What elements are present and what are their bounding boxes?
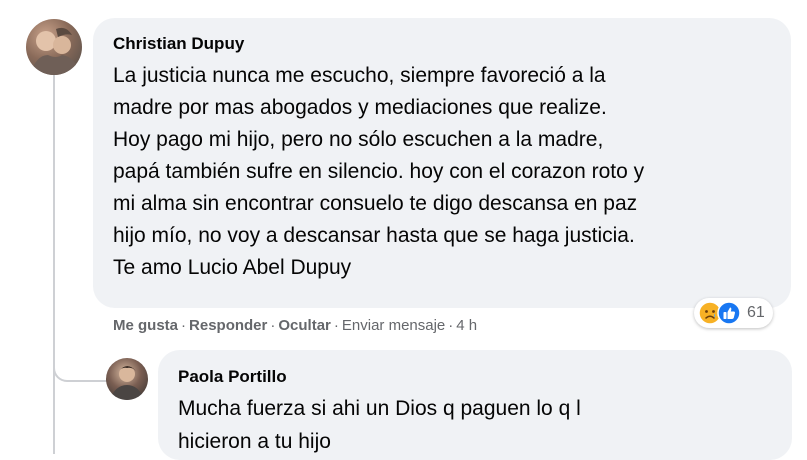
reply-connector bbox=[53, 340, 107, 382]
comment-actions: Me gusta · Responder · Ocultar · Enviar mensaj… bbox=[113, 317, 477, 334]
hide-button[interactable]: Ocultar bbox=[278, 317, 331, 334]
separator: · bbox=[448, 317, 454, 334]
reply-author[interactable]: Paola Portillo bbox=[178, 367, 287, 387]
reaction-count: 61 bbox=[747, 304, 765, 321]
like-button[interactable]: Me gusta bbox=[113, 317, 178, 334]
send-message-link[interactable]: Enviar mensaje bbox=[342, 317, 445, 334]
avatar[interactable] bbox=[26, 19, 82, 75]
like-reaction-icon bbox=[717, 301, 741, 325]
reply-text: Mucha fuerza si ahi un Dios q paguen lo … bbox=[178, 397, 581, 453]
thread-line bbox=[53, 74, 55, 454]
reply-button[interactable]: Responder bbox=[189, 317, 267, 334]
comment-text: La justicia nunca me escucho, siempre fa… bbox=[113, 64, 645, 279]
separator: · bbox=[333, 317, 339, 334]
reply-avatar[interactable] bbox=[106, 358, 148, 400]
comment-author[interactable]: Christian Dupuy bbox=[113, 34, 244, 54]
separator: · bbox=[181, 317, 187, 334]
reply-profile-photo bbox=[110, 366, 144, 400]
comment-timestamp[interactable]: 4 h bbox=[456, 317, 477, 334]
reply-bubble: Paola Portillo Mucha fuerza si ahi un Di… bbox=[158, 350, 792, 460]
comment-bubble: Christian Dupuy La justicia nunca me esc… bbox=[93, 18, 791, 308]
profile-photo bbox=[30, 27, 80, 75]
separator: · bbox=[270, 317, 276, 334]
reactions-summary[interactable]: 61 bbox=[694, 298, 773, 328]
